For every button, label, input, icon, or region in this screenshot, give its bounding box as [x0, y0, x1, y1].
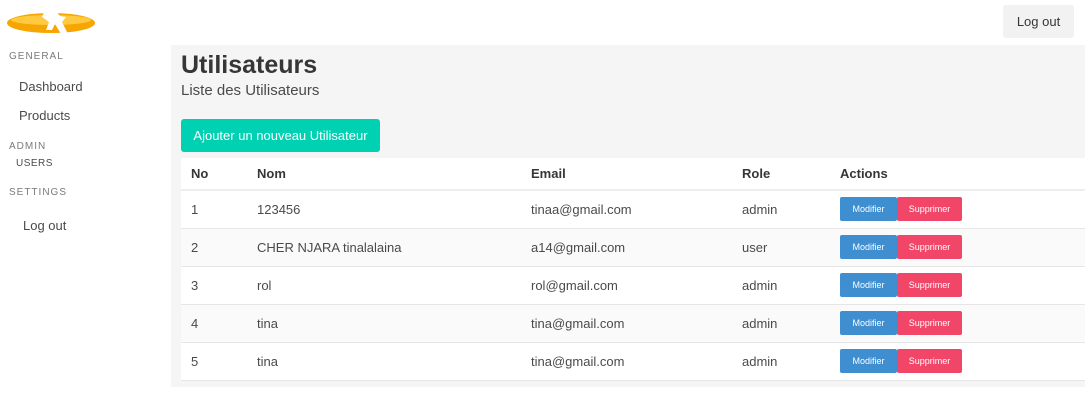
- cell-actions: Modifier Supprimer: [830, 190, 1085, 229]
- cell-no: 4: [181, 304, 247, 343]
- cell-role: admin: [732, 304, 830, 343]
- cell-email: rol@gmail.com: [521, 266, 732, 305]
- cell-nom: tina: [247, 342, 521, 381]
- cell-role: admin: [732, 190, 830, 229]
- cell-email: a14@gmail.com: [521, 228, 732, 267]
- menu-label-settings: Settings: [9, 187, 68, 198]
- sidebar-item-logout[interactable]: Log out: [23, 218, 66, 233]
- table-row: 1 123456 tinaa@gmail.com admin Modifier S…: [181, 190, 1085, 229]
- cell-actions: Modifier Supprimer: [830, 304, 1085, 343]
- modify-button[interactable]: Modifier: [840, 349, 897, 373]
- column-header-role: Role: [732, 158, 830, 191]
- cell-nom: tina: [247, 304, 521, 343]
- cell-actions: Modifier Supprimer: [830, 266, 1085, 305]
- delete-button[interactable]: Supprimer: [897, 311, 962, 335]
- cell-no: 3: [181, 266, 247, 305]
- modify-button[interactable]: Modifier: [840, 235, 897, 259]
- page-title: Utilisateurs: [181, 51, 318, 79]
- menu-label-general: General: [9, 51, 64, 62]
- add-user-button[interactable]: Ajouter un nouveau Utilisateur: [181, 119, 380, 152]
- cell-email: tina@gmail.com: [521, 304, 732, 343]
- column-header-actions: Actions: [830, 158, 1085, 191]
- cell-nom: CHER NJARA tinalalaina: [247, 228, 521, 267]
- cell-nom: 123456: [247, 190, 521, 229]
- modify-button[interactable]: Modifier: [840, 311, 897, 335]
- cell-role: user: [732, 228, 830, 267]
- sidebar-item-dashboard[interactable]: Dashboard: [19, 79, 83, 94]
- menu-label-admin: Admin: [9, 141, 47, 152]
- table-row: 3 rol rol@gmail.com admin Modifier Suppri…: [181, 266, 1085, 305]
- users-table: No Nom Email Role Actions 1 123456 tinaa…: [181, 158, 1085, 381]
- modify-button[interactable]: Modifier: [840, 273, 897, 297]
- modify-button[interactable]: Modifier: [840, 197, 897, 222]
- delete-button[interactable]: Supprimer: [897, 349, 962, 373]
- table-row: 4 tina tina@gmail.com admin Modifier Supp…: [181, 304, 1085, 343]
- sidebar-item-users[interactable]: Users: [16, 158, 53, 169]
- logout-button[interactable]: Log out: [1003, 5, 1074, 38]
- column-header-no: No: [181, 158, 247, 191]
- main-content: Utilisateurs Liste des Utilisateurs Ajou…: [171, 45, 1085, 387]
- page-subtitle: Liste des Utilisateurs: [181, 82, 320, 99]
- brand-logo[interactable]: [6, 8, 96, 38]
- cell-email: tinaa@gmail.com: [521, 190, 732, 229]
- cell-no: 1: [181, 190, 247, 229]
- delete-button[interactable]: Supprimer: [897, 273, 962, 297]
- cell-email: tina@gmail.com: [521, 342, 732, 381]
- cell-role: admin: [732, 342, 830, 381]
- column-header-email: Email: [521, 158, 732, 191]
- cell-role: admin: [732, 266, 830, 305]
- cell-nom: rol: [247, 266, 521, 305]
- table-row: 2 CHER NJARA tinalalaina a14@gmail.com u…: [181, 228, 1085, 267]
- column-header-nom: Nom: [247, 158, 521, 191]
- cell-no: 2: [181, 228, 247, 267]
- cell-no: 5: [181, 342, 247, 381]
- delete-button[interactable]: Supprimer: [897, 235, 962, 259]
- delete-button[interactable]: Supprimer: [897, 197, 962, 222]
- cell-actions: Modifier Supprimer: [830, 342, 1085, 381]
- sidebar-item-products[interactable]: Products: [19, 108, 70, 123]
- sidebar: General Dashboard Products Admin Users S…: [0, 45, 171, 412]
- cell-actions: Modifier Supprimer: [830, 228, 1085, 267]
- table-header-row: No Nom Email Role Actions: [181, 158, 1085, 191]
- top-navbar: Log out: [0, 0, 1085, 45]
- table-row: 5 tina tina@gmail.com admin Modifier Supp…: [181, 342, 1085, 381]
- users-table-container: No Nom Email Role Actions 1 123456 tinaa…: [181, 158, 1085, 381]
